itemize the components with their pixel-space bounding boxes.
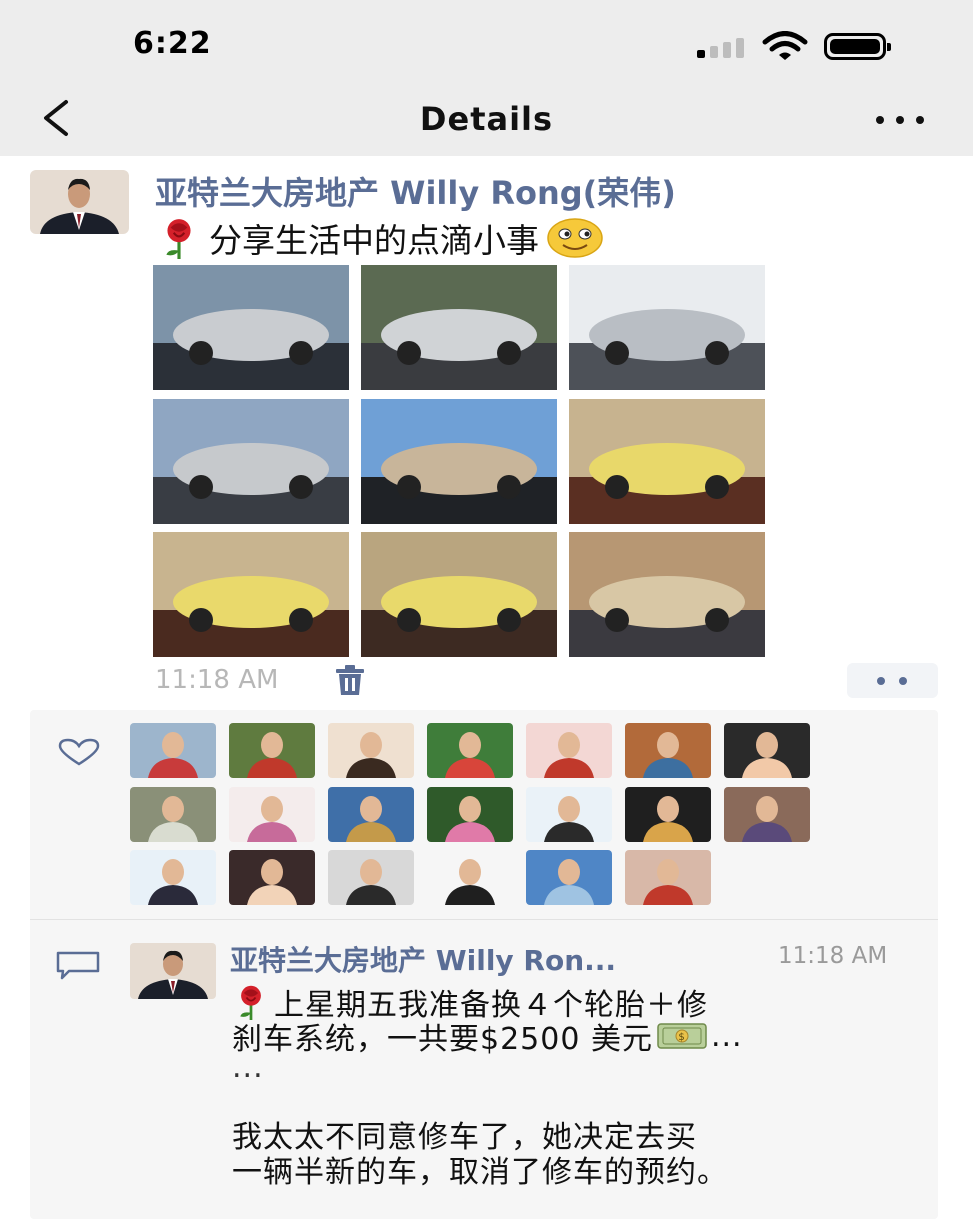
post-photo[interactable] — [361, 398, 557, 524]
svg-text:$: $ — [678, 1032, 685, 1043]
divider — [30, 919, 938, 920]
liker-avatar[interactable] — [724, 786, 810, 842]
post-photo[interactable] — [153, 265, 349, 390]
liker-avatar[interactable] — [724, 723, 810, 778]
smile-emoji-icon — [547, 218, 603, 258]
liker-avatar[interactable] — [427, 850, 513, 905]
comment-author-avatar[interactable] — [130, 943, 216, 999]
liker-avatar[interactable] — [625, 850, 711, 905]
post-text-content: 分享生活中的点滴小事 — [209, 221, 539, 260]
trash-icon[interactable] — [333, 664, 367, 696]
post-action-button[interactable] — [847, 663, 938, 698]
post-timestamp: 11:18 AM — [155, 665, 279, 695]
liker-avatar[interactable] — [526, 786, 612, 842]
money-icon: $ — [657, 1023, 707, 1049]
liker-avatar[interactable] — [130, 786, 216, 842]
post-photo[interactable] — [153, 532, 349, 657]
photo-grid — [153, 265, 765, 657]
liker-avatar[interactable] — [526, 723, 612, 778]
likes-avatar-list — [130, 723, 810, 906]
liker-avatar[interactable] — [130, 723, 216, 778]
rose-icon — [166, 219, 191, 259]
comment-timestamp: 11:18 AM — [778, 943, 888, 969]
comment-text-line-5: 一辆半新的车，取消了修车的预约。 — [232, 1155, 728, 1190]
liker-avatar[interactable] — [229, 850, 315, 905]
author-avatar[interactable] — [30, 170, 129, 234]
liker-avatar[interactable] — [328, 723, 414, 778]
comment-icon — [56, 951, 100, 980]
post-photo[interactable] — [361, 532, 557, 657]
post-text: 分享生活中的点滴小事 — [157, 214, 603, 262]
liker-avatar[interactable] — [427, 723, 513, 778]
post-photo[interactable] — [569, 265, 765, 390]
liker-avatar[interactable] — [625, 723, 711, 778]
comment-author-name[interactable]: 亚特兰大房地产 Willy Ron... — [230, 939, 616, 979]
page-title: Details — [419, 100, 554, 138]
post-author-name[interactable]: 亚特兰大房地产 Willy Rong(荣伟) — [155, 168, 676, 214]
liker-avatar[interactable] — [625, 786, 711, 842]
post-photo[interactable] — [361, 265, 557, 390]
post-photo[interactable] — [569, 532, 765, 657]
liker-avatar[interactable] — [328, 786, 414, 842]
liker-avatar[interactable] — [328, 850, 414, 905]
liker-avatar[interactable] — [130, 850, 216, 905]
signal-icon — [697, 36, 747, 58]
liker-avatar[interactable] — [526, 850, 612, 905]
liker-avatar[interactable] — [229, 786, 315, 842]
top-bar: 6:22 Details — [0, 0, 973, 156]
comment-line: 刹车系统，一共要$2500 美元 $ ... — [232, 1014, 743, 1058]
wifi-icon — [762, 31, 808, 60]
comment-text-line-2: 刹车系统，一共要$2500 美元 — [232, 1022, 653, 1057]
heart-icon — [58, 738, 100, 766]
battery-icon — [824, 33, 891, 60]
post-photo[interactable] — [569, 398, 765, 524]
post-photo[interactable] — [153, 398, 349, 524]
liker-avatar[interactable] — [229, 723, 315, 778]
comment-text-line-2-suffix: ... — [710, 1018, 743, 1054]
liker-avatar[interactable] — [427, 786, 513, 842]
comment-text-line-3: ... — [232, 1050, 264, 1085]
more-options-button[interactable] — [870, 108, 930, 132]
status-time: 6:22 — [133, 26, 212, 61]
